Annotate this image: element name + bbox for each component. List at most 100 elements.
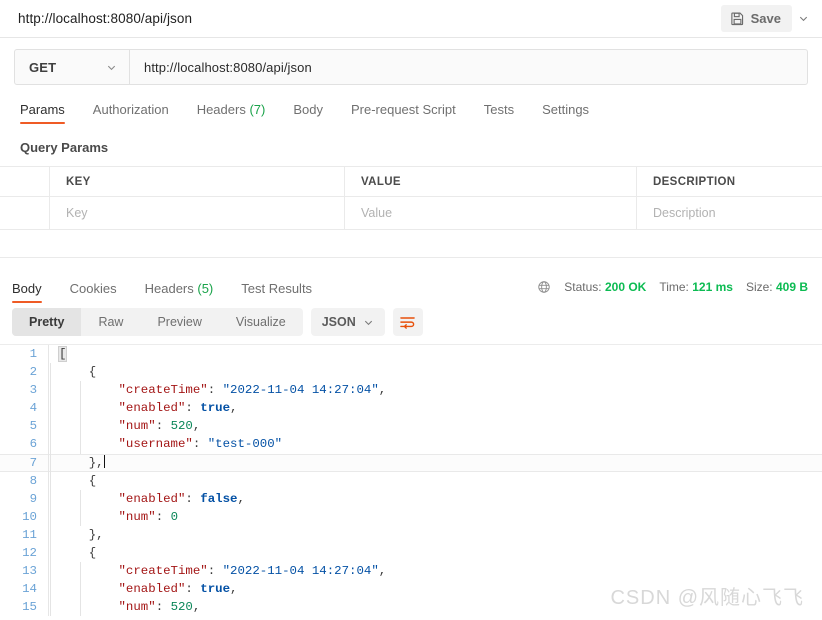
- code-line[interactable]: 5 "num": 520,: [0, 417, 822, 436]
- status-item: Status: 200 OK: [564, 280, 646, 294]
- value-input[interactable]: Value: [345, 197, 637, 229]
- response-tab-body[interactable]: Body: [12, 281, 56, 303]
- line-number: 4: [29, 401, 37, 416]
- code-line[interactable]: 7 },: [0, 453, 822, 472]
- request-tab-tests[interactable]: Tests: [470, 102, 528, 124]
- save-options-dropdown[interactable]: [792, 5, 814, 33]
- json-token-punc: {: [88, 365, 97, 380]
- code-line[interactable]: 6 "username": "test-000": [0, 435, 822, 454]
- view-mode-visualize[interactable]: Visualize: [219, 308, 303, 336]
- url-input[interactable]: http://localhost:8080/api/json: [130, 50, 807, 84]
- time-item: Time: 121 ms: [659, 280, 733, 294]
- request-tabs: Params Authorization Headers (7) Body Pre-re…: [0, 94, 822, 124]
- view-mode-raw[interactable]: Raw: [81, 308, 140, 336]
- indent-guide: [50, 363, 51, 382]
- globe-icon[interactable]: [537, 280, 551, 294]
- json-token-num: 520: [170, 419, 193, 434]
- code-text: "num": 520,: [49, 598, 822, 617]
- code-text: {: [49, 363, 822, 382]
- indent-guide: [50, 471, 51, 490]
- line-number: 15: [22, 600, 37, 615]
- code-text: "num": 520,: [49, 417, 822, 436]
- json-token-punc: ,: [230, 401, 238, 416]
- size-label: Size:: [745, 279, 773, 294]
- request-tab-body[interactable]: Body: [279, 102, 337, 124]
- header-value: VALUE: [345, 167, 637, 196]
- row-checkbox-cell[interactable]: [0, 197, 50, 229]
- view-mode-preview[interactable]: Preview: [140, 308, 218, 336]
- json-code[interactable]: 1[2 {3 "createTime": "2022-11-04 14:27:0…: [0, 345, 822, 617]
- response-body-viewer[interactable]: 1[2 {3 "createTime": "2022-11-04 14:27:0…: [0, 344, 822, 620]
- response-pane-divider[interactable]: [0, 258, 822, 271]
- response-meta: Status: 200 OK Time: 121 ms Size: 409 B: [537, 280, 808, 297]
- code-text: "enabled": true,: [49, 399, 822, 418]
- indent-guide: [50, 525, 51, 545]
- code-line[interactable]: 14 "enabled": true,: [0, 580, 822, 599]
- code-line[interactable]: 13 "createTime": "2022-11-04 14:27:04",: [0, 562, 822, 581]
- http-method-selector[interactable]: GET: [15, 50, 130, 84]
- json-token-punc: :: [185, 491, 201, 506]
- json-token-punc: :: [185, 582, 201, 597]
- table-row[interactable]: Key Value Description: [0, 197, 822, 230]
- code-text: "num": 0: [49, 507, 822, 526]
- code-text: {: [49, 471, 822, 490]
- request-tab-settings[interactable]: Settings: [528, 102, 603, 124]
- request-tab-authorization[interactable]: Authorization: [79, 102, 183, 124]
- indent-guide: [79, 381, 81, 400]
- response-tab-cookies[interactable]: Cookies: [56, 281, 131, 303]
- tab-label: Settings: [542, 102, 590, 117]
- chevron-down-icon: [363, 317, 374, 328]
- size-item: Size: 409 B: [746, 280, 808, 294]
- code-line[interactable]: 3 "createTime": "2022-11-04 14:27:04",: [0, 381, 822, 400]
- request-tab-pre-request-script[interactable]: Pre-request Script: [337, 102, 470, 124]
- json-token-punc: :: [185, 401, 201, 416]
- code-line[interactable]: 15 "num": 520,: [0, 598, 822, 617]
- response-tab-headers[interactable]: Headers (5): [131, 281, 228, 303]
- line-number: 10: [22, 509, 37, 524]
- code-line[interactable]: 1[: [0, 345, 822, 364]
- json-token-punc: {: [88, 546, 97, 561]
- line-number: 8: [29, 473, 37, 488]
- status-value: 200 OK: [604, 279, 647, 294]
- size-value: 409 B: [775, 279, 808, 294]
- response-format-selector[interactable]: JSON: [310, 308, 385, 336]
- request-tab-params[interactable]: Params: [14, 102, 79, 124]
- code-line[interactable]: 9 "enabled": false,: [0, 489, 822, 508]
- indent-guide: [79, 507, 81, 526]
- view-mode-pretty[interactable]: Pretty: [12, 308, 82, 336]
- json-token-punc: ,: [378, 564, 387, 579]
- indent-guide: [50, 580, 51, 599]
- query-params-heading: Query Params: [20, 140, 109, 155]
- description-input[interactable]: Description: [637, 197, 822, 229]
- indent-guide: [50, 489, 51, 508]
- response-tab-test-results[interactable]: Test Results: [227, 281, 326, 303]
- code-line[interactable]: 2 {: [0, 363, 822, 382]
- code-line[interactable]: 4 "enabled": true,: [0, 399, 822, 418]
- wrap-lines-button[interactable]: [392, 308, 423, 336]
- json-token-str: "2022-11-04 14:27:04": [222, 564, 379, 579]
- save-button[interactable]: Save: [720, 5, 792, 32]
- code-text: "username": "test-000": [49, 435, 822, 454]
- indent-guide: [50, 598, 51, 617]
- line-number: 9: [29, 491, 37, 506]
- indent-guide: [79, 417, 81, 436]
- code-line[interactable]: 12 {: [0, 544, 822, 563]
- key-input[interactable]: Key: [50, 197, 345, 229]
- request-tab-headers[interactable]: Headers (7): [183, 102, 280, 124]
- code-line[interactable]: 11 },: [0, 525, 822, 545]
- code-text: [: [49, 345, 822, 363]
- json-token-bool: true: [200, 582, 231, 597]
- json-token-punc: :: [155, 600, 171, 615]
- indent-guide: [50, 399, 51, 418]
- indent-guide: [50, 507, 51, 526]
- json-token-punc: ,: [192, 600, 201, 615]
- code-line[interactable]: 8 {: [0, 471, 822, 490]
- code-line[interactable]: 10 "num": 0: [0, 507, 822, 526]
- tab-count-badge: (5): [193, 281, 214, 296]
